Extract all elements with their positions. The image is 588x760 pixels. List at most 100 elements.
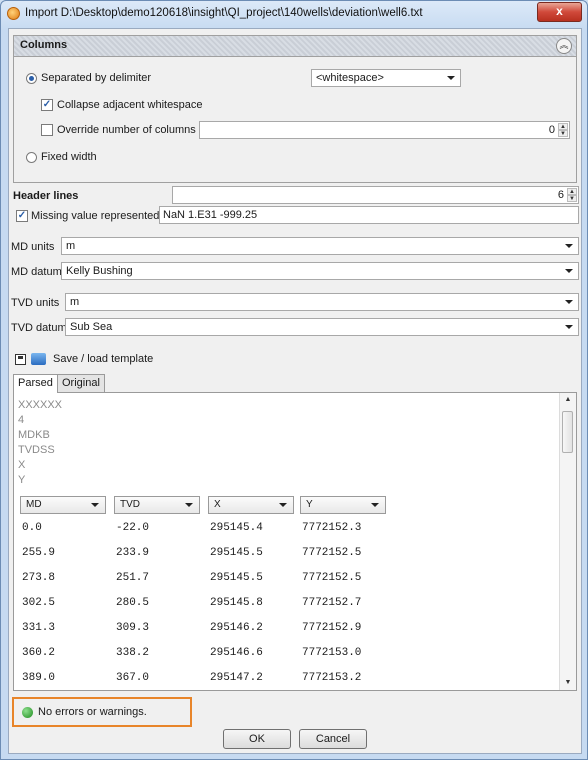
header-preview-line: Y bbox=[18, 474, 26, 486]
columns-group: Columns ︽ Separated by delimiter <whites… bbox=[13, 35, 577, 183]
table-cell: 0.0 bbox=[22, 522, 42, 534]
missing-value-input[interactable]: NaN 1.E31 -999.25 bbox=[159, 206, 579, 224]
chevron-down-icon bbox=[565, 300, 573, 304]
override-columns-checkbox[interactable] bbox=[41, 124, 53, 136]
import-dialog-window: Import D:\Desktop\demo120618\insight\QI_… bbox=[0, 0, 588, 760]
separated-label: Separated by delimiter bbox=[41, 72, 152, 84]
stepper-up-icon[interactable]: ▲ bbox=[558, 123, 568, 130]
title-bar[interactable]: Import D:\Desktop\demo120618\insight\QI_… bbox=[1, 1, 587, 27]
table-cell: 338.2 bbox=[116, 647, 150, 659]
window-title: Import D:\Desktop\demo120618\insight\QI_… bbox=[25, 7, 423, 19]
column-select-value: TVD bbox=[120, 499, 140, 510]
columns-group-title: Columns bbox=[20, 39, 68, 51]
dialog-body: Columns ︽ Separated by delimiter <whites… bbox=[8, 28, 582, 754]
chevron-down-icon bbox=[185, 503, 193, 507]
column-select-value: Y bbox=[306, 499, 313, 510]
delimiter-select[interactable]: <whitespace> bbox=[311, 69, 461, 87]
chevron-down-icon bbox=[565, 269, 573, 273]
md-units-value: m bbox=[66, 240, 76, 252]
header-lines-stepper[interactable]: 6 ▲ ▼ bbox=[172, 186, 579, 204]
table-cell: 7772152.3 bbox=[302, 522, 362, 534]
column-select-value: MD bbox=[26, 499, 42, 510]
scroll-up-icon[interactable]: ▲ bbox=[560, 393, 576, 407]
table-cell: 295147.2 bbox=[210, 672, 263, 684]
table-cell: 233.9 bbox=[116, 547, 150, 559]
stepper-down-icon[interactable]: ▼ bbox=[567, 195, 577, 202]
override-columns-label: Override number of columns bbox=[57, 124, 196, 136]
save-template-icon[interactable] bbox=[15, 354, 26, 365]
stepper-down-icon[interactable]: ▼ bbox=[558, 130, 568, 137]
delimiter-value: <whitespace> bbox=[316, 72, 384, 84]
cancel-button[interactable]: Cancel bbox=[299, 729, 367, 749]
separated-radio[interactable] bbox=[26, 73, 37, 84]
header-preview-line: 4 bbox=[18, 414, 25, 426]
column-select-tvd[interactable]: TVD bbox=[114, 496, 200, 514]
tvd-datum-select[interactable]: Sub Sea bbox=[65, 318, 579, 336]
table-cell: 7772152.9 bbox=[302, 622, 362, 634]
table-cell: 331.3 bbox=[22, 622, 56, 634]
table-cell: 7772152.7 bbox=[302, 597, 362, 609]
column-select-value: X bbox=[214, 499, 221, 510]
table-cell: 295146.6 bbox=[210, 647, 263, 659]
header-preview-line: TVDSS bbox=[18, 444, 55, 456]
table-cell: 295145.8 bbox=[210, 597, 263, 609]
table-cell: 309.3 bbox=[116, 622, 150, 634]
header-preview-line: X bbox=[18, 459, 26, 471]
md-datum-select[interactable]: Kelly Bushing bbox=[61, 262, 579, 280]
columns-group-header[interactable]: Columns ︽ bbox=[14, 36, 576, 57]
table-cell: 273.8 bbox=[22, 572, 56, 584]
md-datum-label: MD datum bbox=[11, 266, 62, 278]
md-units-select[interactable]: m bbox=[61, 237, 579, 255]
tvd-units-label: TVD units bbox=[11, 297, 60, 309]
header-preview-line: XXXXXX bbox=[18, 399, 63, 411]
chevron-down-icon bbox=[565, 244, 573, 248]
table-cell: 280.5 bbox=[116, 597, 150, 609]
collapse-whitespace-checkbox[interactable]: ✓ bbox=[41, 99, 53, 111]
column-select-x[interactable]: X bbox=[208, 496, 294, 514]
status-ok-icon bbox=[22, 707, 33, 718]
ok-button[interactable]: OK bbox=[223, 729, 291, 749]
scrollbar-thumb[interactable] bbox=[562, 411, 573, 453]
chevron-down-icon bbox=[565, 325, 573, 329]
header-preview-line: MDKB bbox=[18, 429, 50, 441]
column-select-y[interactable]: Y bbox=[300, 496, 386, 514]
table-cell: -22.0 bbox=[116, 522, 150, 534]
chevron-down-icon bbox=[91, 503, 99, 507]
override-columns-stepper[interactable]: 0 ▲ ▼ bbox=[199, 121, 570, 139]
vertical-scrollbar[interactable]: ▲ ▼ bbox=[559, 393, 576, 690]
md-units-label: MD units bbox=[11, 241, 55, 253]
header-lines-value: 6 bbox=[557, 189, 564, 201]
column-select-md[interactable]: MD bbox=[20, 496, 106, 514]
table-cell: 295145.5 bbox=[210, 572, 263, 584]
chevron-down-icon bbox=[447, 76, 455, 80]
table-cell: 295146.2 bbox=[210, 622, 263, 634]
table-cell: 251.7 bbox=[116, 572, 150, 584]
close-button[interactable]: x bbox=[537, 2, 582, 22]
collapse-icon[interactable]: ︽ bbox=[556, 38, 572, 54]
table-cell: 7772153.2 bbox=[302, 672, 362, 684]
fixed-width-radio[interactable] bbox=[26, 152, 37, 163]
missing-value-checkbox[interactable]: ✓ bbox=[16, 210, 28, 222]
save-load-template-label[interactable]: Save / load template bbox=[53, 353, 153, 365]
chevron-down-icon bbox=[371, 503, 379, 507]
tvd-units-select[interactable]: m bbox=[65, 293, 579, 311]
header-lines-label: Header lines bbox=[13, 190, 79, 202]
table-cell: 295145.5 bbox=[210, 547, 263, 559]
scroll-down-icon[interactable]: ▼ bbox=[560, 676, 576, 690]
collapse-whitespace-label: Collapse adjacent whitespace bbox=[57, 99, 203, 111]
table-cell: 7772152.5 bbox=[302, 572, 362, 584]
open-template-icon[interactable] bbox=[31, 353, 46, 365]
status-box: No errors or warnings. bbox=[12, 697, 192, 727]
table-cell: 7772153.0 bbox=[302, 647, 362, 659]
tab-parsed[interactable]: Parsed bbox=[13, 374, 58, 393]
app-icon bbox=[7, 7, 20, 20]
parsed-preview-pane: XXXXXX 4 MDKB TVDSS X Y MD TVD X Y 0.0 -… bbox=[13, 392, 577, 691]
tvd-units-value: m bbox=[70, 296, 80, 308]
table-cell: 295145.4 bbox=[210, 522, 263, 534]
missing-value-label: Missing value represented by bbox=[31, 210, 175, 222]
table-cell: 255.9 bbox=[22, 547, 56, 559]
fixed-width-label: Fixed width bbox=[41, 151, 97, 163]
tab-original[interactable]: Original bbox=[57, 374, 105, 392]
stepper-up-icon[interactable]: ▲ bbox=[567, 188, 577, 195]
table-cell: 302.5 bbox=[22, 597, 56, 609]
